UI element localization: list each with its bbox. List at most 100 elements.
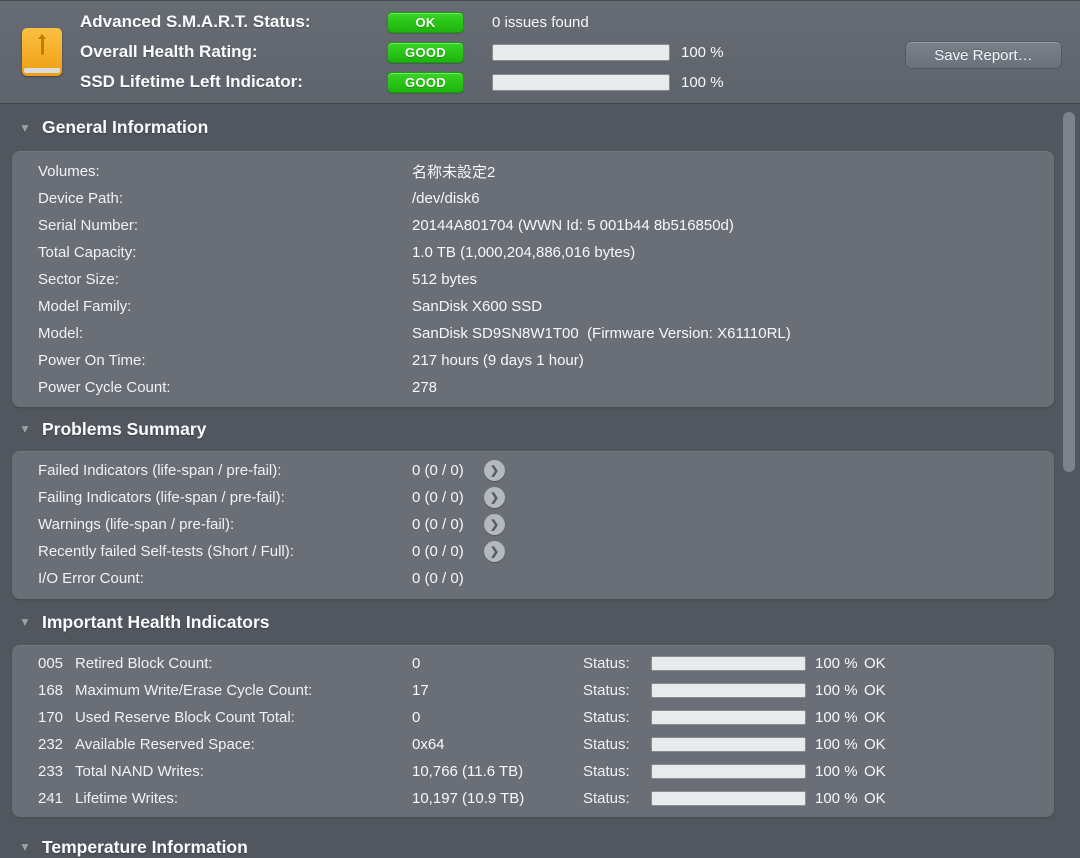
attribute-id: 005 [38, 655, 75, 672]
status-percent: 100 % [806, 763, 862, 780]
row-label: Failed Indicators (life-span / pre-fail)… [38, 462, 412, 479]
row-value: 名称未設定2 [412, 161, 495, 182]
attribute-id: 168 [38, 682, 75, 699]
status-label: Status: [583, 655, 651, 672]
row-value: 217 hours (9 days 1 hour) [412, 352, 584, 369]
drive-connector-glyph [41, 37, 44, 55]
row-label: Recently failed Self-tests (Short / Full… [38, 543, 412, 560]
info-row-model-family: Model Family: SanDisk X600 SSD [12, 293, 1054, 320]
row-label: Model: [38, 325, 412, 342]
row-value: 0 (0 / 0) [412, 516, 484, 533]
status-ok-text: OK [862, 763, 886, 780]
disclosure-triangle-icon[interactable]: ▼ [19, 121, 33, 135]
drive-base-band [24, 68, 60, 73]
status-percent: 100 % [806, 736, 862, 753]
row-value: 0 (0 / 0) [412, 543, 484, 560]
section-title-text: Important Health Indicators [42, 612, 270, 633]
general-information-panel: Volumes: 名称未設定2 Device Path: /dev/disk6 … [12, 151, 1054, 407]
row-label: Maximum Write/Erase Cycle Count: [75, 682, 412, 699]
problem-row-failed-indicators: Failed Indicators (life-span / pre-fail)… [12, 457, 1054, 484]
row-label: Device Path: [38, 190, 412, 207]
row-value: 20144A801704 (WWN Id: 5 001b44 8b516850d… [412, 217, 734, 234]
info-row-power-on-time: Power On Time: 217 hours (9 days 1 hour) [12, 347, 1054, 374]
info-row-model: Model: SanDisk SD9SN8W1T00 (Firmware Ver… [12, 320, 1054, 347]
status-progressbar [651, 764, 806, 779]
row-value: 512 bytes [412, 271, 477, 288]
status-ok-text: OK [862, 682, 886, 699]
status-ok-text: OK [862, 790, 886, 807]
row-label: Serial Number: [38, 217, 412, 234]
health-rating-progressbar [492, 44, 670, 61]
health-row-available-reserved-space: 232 Available Reserved Space: 0x64 Statu… [12, 731, 1054, 758]
health-row-used-reserve-block: 170 Used Reserve Block Count Total: 0 St… [12, 704, 1054, 731]
status-ok-text: OK [862, 655, 886, 672]
section-header-general-information[interactable]: ▼ General Information [0, 104, 1080, 151]
row-label: Power Cycle Count: [38, 379, 412, 396]
status-percent: 100 % [806, 709, 862, 726]
attribute-id: 232 [38, 736, 75, 753]
row-value: 17 [412, 682, 583, 699]
attribute-id: 241 [38, 790, 75, 807]
disclosure-triangle-icon[interactable]: ▼ [19, 615, 33, 629]
disclosure-triangle-icon[interactable]: ▼ [19, 840, 33, 854]
row-value: 0 (0 / 0) [412, 570, 484, 587]
section-header-temperature-information[interactable]: ▼ Temperature Information [0, 817, 1080, 858]
details-arrow-button[interactable]: ❯ [484, 514, 505, 535]
health-row-total-nand-writes: 233 Total NAND Writes: 10,766 (11.6 TB) … [12, 758, 1054, 785]
info-row-power-cycle-count: Power Cycle Count: 278 [12, 374, 1054, 401]
row-label: Used Reserve Block Count Total: [75, 709, 412, 726]
row-label: I/O Error Count: [38, 570, 412, 587]
status-label: Status: [583, 790, 651, 807]
health-rating-percent: 100 % [681, 44, 724, 61]
disclosure-triangle-icon[interactable]: ▼ [19, 422, 33, 436]
ssd-lifetime-row: SSD Lifetime Left Indicator: GOOD 100 % [80, 67, 1080, 97]
row-label: Available Reserved Space: [75, 736, 412, 753]
problem-row-io-error-count: I/O Error Count: 0 (0 / 0) [12, 565, 1054, 592]
details-arrow-button[interactable]: ❯ [484, 487, 505, 508]
status-percent: 100 % [806, 655, 862, 672]
info-row-volumes: Volumes: 名称未設定2 [12, 158, 1054, 185]
status-progressbar [651, 710, 806, 725]
row-value: SanDisk X600 SSD [412, 298, 542, 315]
health-indicators-panel: 005 Retired Block Count: 0 Status: 100 %… [12, 645, 1054, 817]
section-header-important-health-indicators[interactable]: ▼ Important Health Indicators [0, 599, 1080, 645]
details-arrow-button[interactable]: ❯ [484, 460, 505, 481]
status-progressbar [651, 791, 806, 806]
section-title-text: Problems Summary [42, 419, 206, 440]
row-label: Failing Indicators (life-span / pre-fail… [38, 489, 412, 506]
save-report-button[interactable]: Save Report… [905, 41, 1062, 69]
health-row-retired-block-count: 005 Retired Block Count: 0 Status: 100 %… [12, 650, 1054, 677]
row-value: 0x64 [412, 736, 583, 753]
details-arrow-button[interactable]: ❯ [484, 541, 505, 562]
ssd-lifetime-badge: GOOD [387, 72, 464, 93]
info-row-device-path: Device Path: /dev/disk6 [12, 185, 1054, 212]
row-value: 0 (0 / 0) [412, 489, 484, 506]
smart-status-label: Advanced S.M.A.R.T. Status: [80, 12, 387, 32]
scrollbar-track[interactable] [1062, 105, 1080, 858]
attribute-id: 233 [38, 763, 75, 780]
status-percent: 100 % [806, 682, 862, 699]
section-header-problems-summary[interactable]: ▼ Problems Summary [0, 407, 1080, 451]
row-value: 10,197 (10.9 TB) [412, 790, 583, 807]
section-title-text: General Information [42, 117, 208, 138]
row-value: SanDisk SD9SN8W1T00 (Firmware Version: X… [412, 325, 791, 342]
row-label: Total NAND Writes: [75, 763, 412, 780]
status-label: Status: [583, 736, 651, 753]
scrollbar-thumb[interactable] [1063, 112, 1075, 472]
row-label: Lifetime Writes: [75, 790, 412, 807]
problem-row-warnings: Warnings (life-span / pre-fail): 0 (0 / … [12, 511, 1054, 538]
status-label: Status: [583, 709, 651, 726]
row-label: Model Family: [38, 298, 412, 315]
ssd-lifetime-progressbar [492, 74, 670, 91]
smart-status-row: Advanced S.M.A.R.T. Status: OK 0 issues … [80, 7, 1080, 37]
status-label: Status: [583, 682, 651, 699]
status-ok-text: OK [862, 709, 886, 726]
health-row-lifetime-writes: 241 Lifetime Writes: 10,197 (10.9 TB) St… [12, 785, 1054, 812]
row-label: Retired Block Count: [75, 655, 412, 672]
row-label: Sector Size: [38, 271, 412, 288]
ssd-lifetime-percent: 100 % [681, 74, 724, 91]
row-value: 278 [412, 379, 437, 396]
status-percent: 100 % [806, 790, 862, 807]
row-label: Total Capacity: [38, 244, 412, 261]
row-value: 0 (0 / 0) [412, 462, 484, 479]
